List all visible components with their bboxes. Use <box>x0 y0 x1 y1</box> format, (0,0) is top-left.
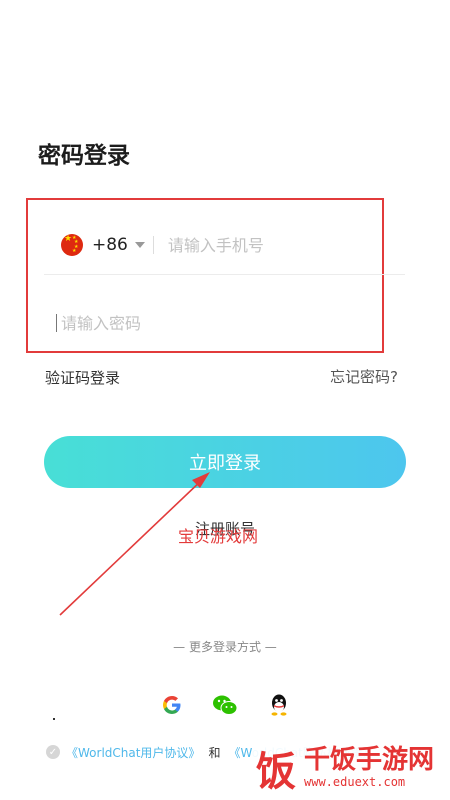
forgot-password-link[interactable]: 忘记密码? <box>330 366 398 387</box>
site-watermark: 饭 千饭手游网 www.eduext.com <box>252 738 448 798</box>
qq-icon[interactable] <box>266 692 292 718</box>
password-input[interactable] <box>59 312 343 334</box>
china-flag-icon[interactable]: ★ ★ ★ ★ ★ <box>61 234 83 256</box>
and-label: 和 <box>208 745 221 760</box>
agree-checkbox[interactable]: ✓ <box>46 745 60 759</box>
site-url: www.eduext.com <box>304 775 406 789</box>
dot <box>53 718 55 720</box>
google-icon[interactable] <box>159 692 185 718</box>
password-row <box>56 308 376 338</box>
annotation-arrow <box>59 472 210 616</box>
text-cursor <box>56 314 57 332</box>
login-button[interactable]: 立即登录 <box>44 436 406 488</box>
wechat-icon[interactable] <box>212 692 238 718</box>
annotation-label: 宝贝游戏网 <box>178 527 259 546</box>
phone-row: ★ ★ ★ ★ ★ +86 <box>35 225 405 265</box>
user-agreement-link[interactable]: 《WorldChat用户协议》 <box>66 744 200 761</box>
site-name: 千饭手游网 <box>304 745 435 775</box>
country-code[interactable]: +86 <box>92 235 128 255</box>
social-login-row <box>0 692 450 722</box>
divider <box>44 274 405 275</box>
divider <box>152 236 154 254</box>
more-login-label: — 更多登录方式 — <box>173 640 277 654</box>
site-logo: 饭 <box>256 748 296 795</box>
sms-login-link[interactable]: 验证码登录 <box>45 367 120 388</box>
page-title: 密码登录 <box>38 143 130 169</box>
chevron-down-icon[interactable] <box>134 242 145 248</box>
phone-input[interactable] <box>165 234 370 256</box>
